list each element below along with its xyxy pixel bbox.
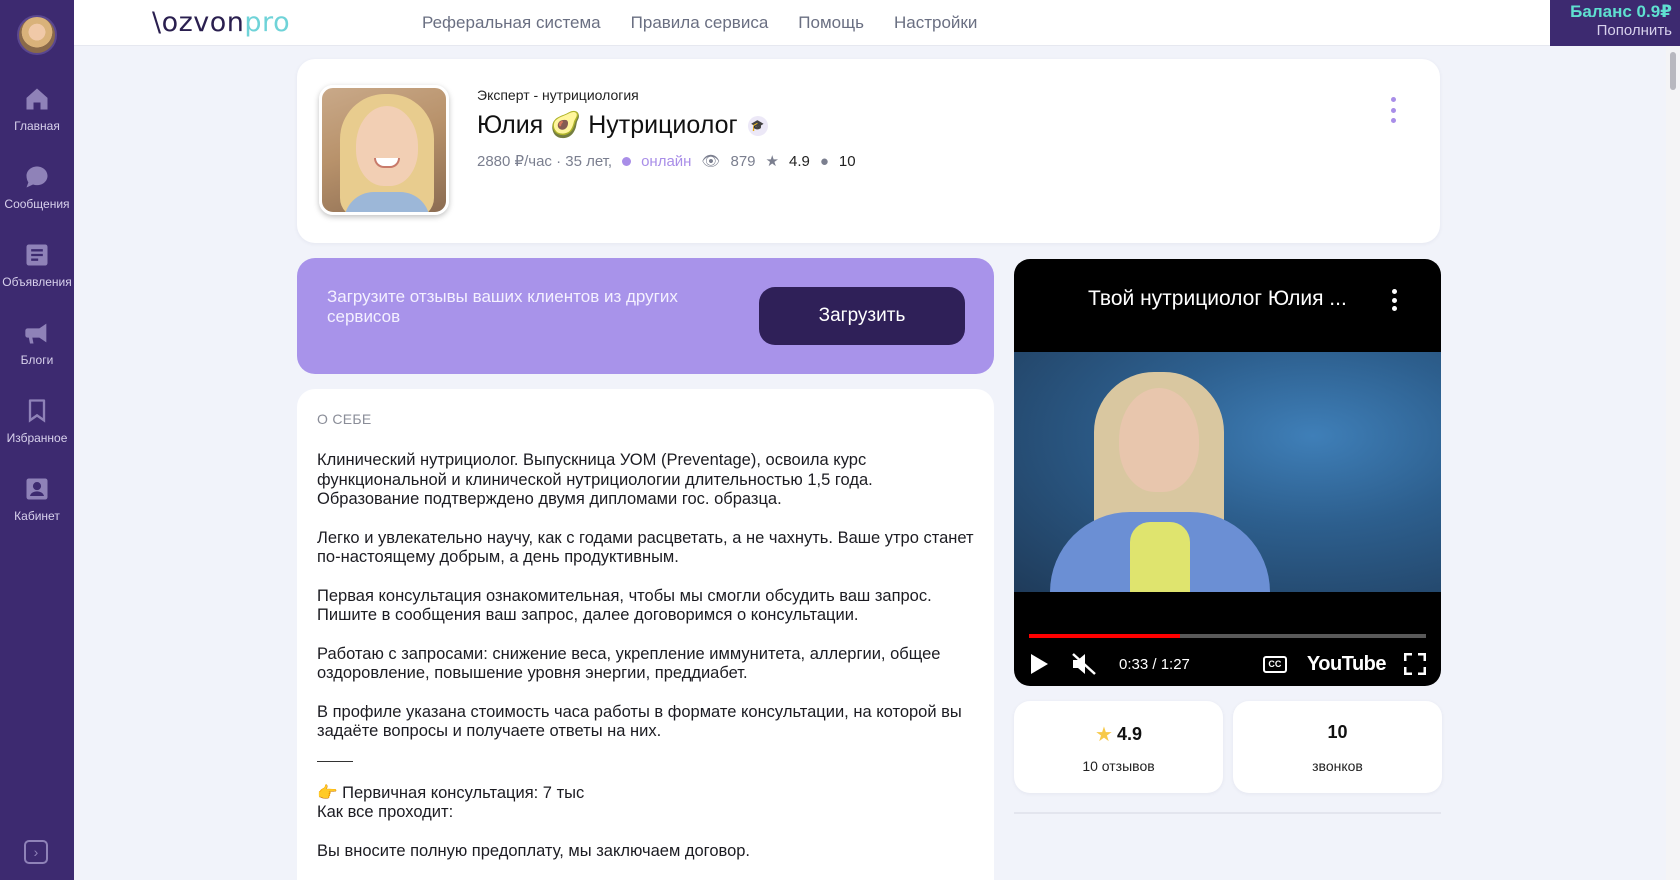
- mute-icon[interactable]: [1071, 652, 1097, 676]
- rating-value: 4.9: [788, 152, 810, 170]
- profile-more-menu-icon[interactable]: [1388, 97, 1398, 123]
- rating-card-label: 10 отзывов: [1082, 758, 1155, 774]
- divider: [317, 760, 353, 762]
- nav-settings[interactable]: Настройки: [894, 13, 977, 33]
- sidebar-item-blogs[interactable]: Блоги: [0, 319, 74, 367]
- online-status: онлайн: [641, 152, 692, 170]
- calls-card-label: звонков: [1312, 758, 1363, 774]
- home-icon: [23, 85, 51, 113]
- sidebar-item-label: Главная: [14, 119, 60, 133]
- video-controls: 0:33 / 1:27 CC YouTube: [1029, 651, 1426, 677]
- profile-name-row: Юлия 🥑 Нутрициолог 🎓: [477, 111, 768, 140]
- ads-icon: [23, 241, 51, 269]
- profile-category: Эксперт - нутрициология: [477, 87, 639, 103]
- about-paragraph: Легко и увлекательно научу, как с годами…: [317, 528, 974, 567]
- sidebar-item-label: Избранное: [6, 431, 68, 445]
- profile-meta: 2880 ₽/час · 35 лет, онлайн 👁 879 ★ 4.9 …: [477, 152, 856, 171]
- about-paragraph: В профиле указана стоимость часа работы …: [317, 702, 962, 741]
- about-paragraph: Клинический нутрициолог. Выпускница УОМ …: [317, 451, 873, 508]
- top-nav: Реферальная система Правила сервиса Помо…: [422, 13, 977, 33]
- balance-value: Баланс 0.9₽: [1570, 2, 1672, 21]
- calls-card-value: 10: [1327, 722, 1348, 742]
- page-scrollbar[interactable]: [1666, 46, 1680, 880]
- sidebar-expand-button[interactable]: ›: [24, 840, 48, 864]
- balance-widget[interactable]: Баланс 0.9₽ Пополнить: [1550, 0, 1680, 46]
- sidebar-item-ads[interactable]: Объявления: [0, 241, 74, 289]
- topup-link[interactable]: Пополнить: [1550, 22, 1672, 39]
- chat-icon: [23, 163, 51, 191]
- video-menu-icon[interactable]: [1392, 289, 1398, 311]
- sidebar-item-label: Блоги: [20, 353, 54, 367]
- star-icon: ★: [765, 153, 779, 170]
- logo[interactable]: \ozvonpro: [152, 7, 290, 38]
- profile-name: Юлия 🥑 Нутрициолог: [477, 111, 738, 139]
- bookmark-icon: [23, 397, 51, 425]
- fullscreen-icon[interactable]: [1404, 653, 1426, 675]
- rating-card[interactable]: ★ 4.9 10 отзывов: [1014, 701, 1223, 793]
- profile-icon: [23, 475, 51, 503]
- sidebar-item-home[interactable]: Главная: [0, 85, 74, 133]
- views-count: 879: [730, 152, 756, 170]
- captions-button[interactable]: CC: [1262, 655, 1287, 673]
- sidebar-item-label: Сообщения: [4, 197, 70, 211]
- about-line: 👉 Первичная консультация: 7 тыс: [317, 783, 585, 802]
- video-frame[interactable]: [1014, 352, 1441, 592]
- profile-photo[interactable]: [319, 85, 449, 215]
- rating-card-value: ★ 4.9: [1095, 724, 1142, 746]
- user-avatar[interactable]: [17, 15, 57, 55]
- video-time: 0:33 / 1:27: [1119, 655, 1190, 673]
- sidebar-item-cabinet[interactable]: Кабинет: [0, 475, 74, 523]
- eye-icon: 👁: [701, 153, 721, 170]
- video-title[interactable]: Твой нутрициолог Юлия ...: [1088, 287, 1347, 311]
- star-icon: ★: [1095, 724, 1113, 746]
- calls-card[interactable]: 10 звонков: [1233, 701, 1442, 793]
- about-paragraph: Первая консультация ознакомительная, что…: [317, 586, 932, 625]
- youtube-logo[interactable]: YouTube: [1307, 653, 1387, 676]
- sidebar-item-favorites[interactable]: Избранное: [0, 397, 74, 445]
- profile-card: Эксперт - нутрициология Юлия 🥑 Нутрициол…: [297, 59, 1440, 243]
- about-card: О СЕБЕ Клинический нутрициолог. Выпускни…: [297, 389, 994, 880]
- education-badge-icon: 🎓: [747, 115, 768, 136]
- video-progress-fill: [1029, 634, 1180, 638]
- about-title: О СЕБЕ: [317, 411, 372, 427]
- nav-help[interactable]: Помощь: [798, 13, 864, 33]
- price-age: 2880 ₽/час · 35 лет,: [477, 153, 613, 170]
- comments-count: 10: [838, 152, 856, 170]
- upload-button[interactable]: Загрузить: [759, 287, 965, 345]
- scrollbar-thumb[interactable]: [1670, 52, 1676, 90]
- sidebar-item-label: Объявления: [2, 275, 72, 289]
- upload-reviews-banner: Загрузите отзывы ваших клиентов из други…: [297, 258, 994, 374]
- top-header: \ozvonpro Реферальная система Правила се…: [74, 0, 1680, 46]
- about-text: Клинический нутрициолог. Выпускница УОМ …: [317, 451, 977, 861]
- about-paragraph: Работаю с запросами: снижение веса, укре…: [317, 644, 941, 683]
- upload-reviews-text: Загрузите отзывы ваших клиентов из други…: [327, 287, 678, 326]
- video-player[interactable]: Твой нутрициолог Юлия ... 0:33 / 1:27 CC…: [1014, 259, 1441, 686]
- comment-icon: ●: [819, 152, 829, 170]
- nav-referral[interactable]: Реферальная система: [422, 13, 601, 33]
- about-line: Как все проходит:: [317, 803, 454, 821]
- video-progress-bar[interactable]: [1029, 634, 1426, 638]
- about-line: Вы вносите полную предоплату, мы заключа…: [317, 841, 751, 860]
- online-dot-icon: [622, 156, 632, 166]
- sidebar-item-label: Кабинет: [14, 509, 60, 523]
- nav-rules[interactable]: Правила сервиса: [631, 13, 769, 33]
- divider: [1014, 812, 1441, 814]
- megaphone-icon: [23, 319, 51, 347]
- play-icon[interactable]: [1029, 653, 1049, 675]
- sidebar-item-messages[interactable]: Сообщения: [0, 163, 74, 211]
- sidebar: Главная Сообщения Объявления Блоги Избра…: [0, 0, 74, 880]
